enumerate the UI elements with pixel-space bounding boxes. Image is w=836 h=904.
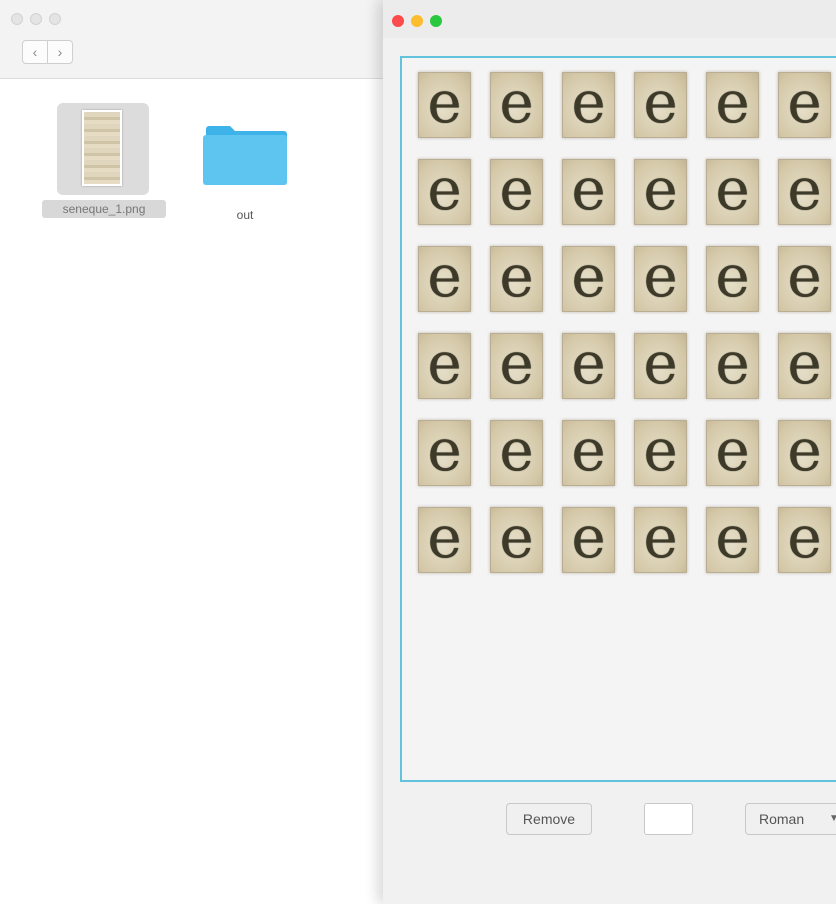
glyph-tile[interactable]: e (778, 246, 831, 312)
glyph-character: e (715, 159, 750, 223)
glyph-tile[interactable]: e (634, 246, 687, 312)
label-input[interactable] (644, 803, 693, 835)
glyph-tile[interactable]: e (778, 159, 831, 225)
glyph-tile[interactable]: e (706, 333, 759, 399)
glyph-character: e (571, 159, 606, 223)
glyph-character: e (643, 159, 678, 223)
glyph-character: e (427, 333, 462, 397)
glyph-tile[interactable]: e (562, 246, 615, 312)
glyph-character: e (571, 333, 606, 397)
glyph-tile[interactable]: e (706, 246, 759, 312)
glyph-character: e (643, 333, 678, 397)
glyph-panel: eeeeeeeeeeeeeeeeeeeeeeeeeeeeeeeeeeee (400, 56, 836, 782)
glyph-tile[interactable]: e (778, 333, 831, 399)
glyph-tile[interactable]: e (562, 159, 615, 225)
title-bar (383, 0, 836, 38)
glyph-tile[interactable]: e (634, 420, 687, 486)
glyph-character: e (499, 333, 534, 397)
glyph-character: e (499, 507, 534, 571)
glyph-character: e (499, 246, 534, 310)
remove-button[interactable]: Remove (506, 803, 592, 835)
glyph-tile[interactable]: e (490, 72, 543, 138)
folder-icon (203, 126, 287, 185)
image-thumbnail-icon (82, 110, 122, 186)
minimize-window-button[interactable] (30, 13, 42, 25)
close-window-button[interactable] (392, 15, 404, 27)
glyph-tile[interactable]: e (562, 420, 615, 486)
glyph-character: e (643, 246, 678, 310)
glyph-character: e (427, 72, 462, 136)
glyph-character: e (427, 159, 462, 223)
forward-button[interactable]: › (47, 40, 73, 64)
glyph-character: e (715, 72, 750, 136)
file-name-label: out (236, 208, 254, 222)
glyph-tile[interactable]: e (778, 72, 831, 138)
glyph-tile[interactable]: e (418, 72, 471, 138)
glyph-character: e (427, 507, 462, 571)
glyph-tile[interactable]: e (706, 507, 759, 573)
glyph-character: e (571, 507, 606, 571)
glyph-tile[interactable]: e (490, 246, 543, 312)
glyph-tile[interactable]: e (706, 420, 759, 486)
glyph-tile[interactable]: e (490, 333, 543, 399)
file-item-seneque[interactable]: seneque_1.png (42, 100, 168, 220)
glyph-character: e (643, 420, 678, 484)
glyph-tile[interactable]: e (562, 72, 615, 138)
glyph-character: e (427, 420, 462, 484)
glyph-tile[interactable]: e (418, 246, 471, 312)
chevron-down-icon: ▼ (829, 813, 836, 824)
glyph-character: e (787, 507, 822, 571)
glyph-character: e (787, 420, 822, 484)
glyph-tile[interactable]: e (706, 72, 759, 138)
glyph-character: e (715, 507, 750, 571)
glyph-tile[interactable]: e (490, 507, 543, 573)
glyph-character: e (571, 246, 606, 310)
glyph-tile[interactable]: e (418, 159, 471, 225)
glyph-tile[interactable]: e (562, 333, 615, 399)
glyph-character: e (787, 333, 822, 397)
glyph-tile[interactable]: e (634, 333, 687, 399)
folder-item-out[interactable]: out (200, 118, 290, 228)
chevron-right-icon: › (57, 44, 63, 60)
glyph-tile[interactable]: e (418, 507, 471, 573)
glyph-character: e (499, 420, 534, 484)
glyph-character: e (643, 72, 678, 136)
finder-toolbar: ‹ › (0, 0, 383, 79)
glyph-tile[interactable]: e (706, 159, 759, 225)
minimize-window-button[interactable] (411, 15, 423, 27)
glyph-tile[interactable]: e (634, 507, 687, 573)
glyph-tile[interactable]: e (562, 507, 615, 573)
zoom-window-button[interactable] (430, 15, 442, 27)
glyph-character: e (499, 159, 534, 223)
glyph-tile[interactable]: e (778, 420, 831, 486)
glyph-tile[interactable]: e (778, 507, 831, 573)
file-name-label: seneque_1.png (42, 200, 166, 218)
glyph-character: e (571, 72, 606, 136)
glyph-character: e (787, 159, 822, 223)
glyph-tile[interactable]: e (418, 333, 471, 399)
glyph-tile[interactable]: e (418, 420, 471, 486)
glyph-character: e (571, 420, 606, 484)
glyph-character: e (787, 246, 822, 310)
glyph-tile[interactable]: e (490, 420, 543, 486)
back-button[interactable]: ‹ (22, 40, 48, 64)
glyph-character: e (643, 507, 678, 571)
glyph-character: e (715, 420, 750, 484)
glyph-character: e (427, 246, 462, 310)
glyph-character: e (715, 333, 750, 397)
glyph-tile[interactable]: e (490, 159, 543, 225)
zoom-window-button[interactable] (49, 13, 61, 25)
app-window: eeeeeeeeeeeeeeeeeeeeeeeeeeeeeeeeeeee Rem… (383, 0, 836, 904)
glyph-character: e (787, 72, 822, 136)
finder-window: ‹ › seneque_1.png out (0, 0, 383, 904)
chevron-left-icon: ‹ (32, 44, 38, 60)
glyph-tile[interactable]: e (634, 72, 687, 138)
font-select[interactable]: Roman ▼ (745, 803, 836, 835)
glyph-character: e (715, 246, 750, 310)
glyph-character: e (499, 72, 534, 136)
font-select-value: Roman (759, 811, 805, 827)
close-window-button[interactable] (11, 13, 23, 25)
glyph-tile[interactable]: e (634, 159, 687, 225)
